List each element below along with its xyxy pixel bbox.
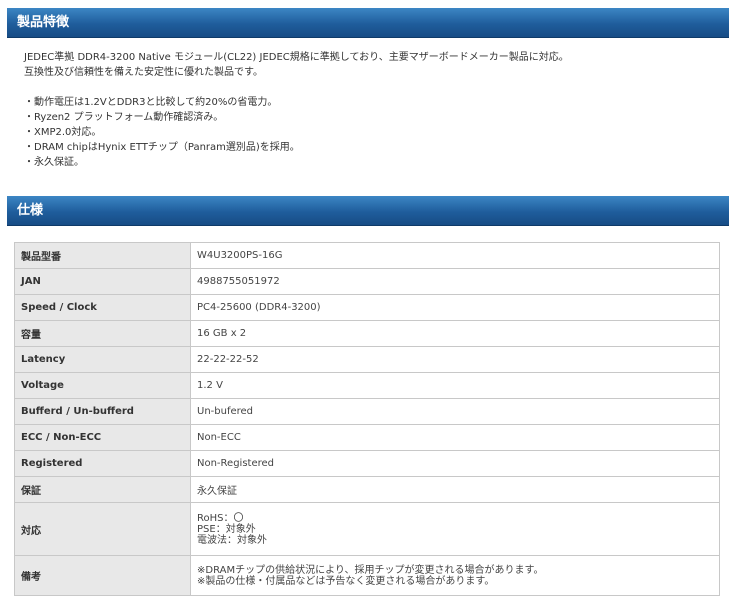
spec-key: 保証 <box>14 476 191 503</box>
remark-line-2: ※製品の仕様・付属品などは予告なく変更される場合があります。 <box>197 575 495 587</box>
spec-key: Speed / Clock <box>14 294 191 321</box>
spec-table: 製品型番 W4U3200PS-16G JAN 4988755051972 Spe… <box>14 242 720 596</box>
spec-value: Non-Registered <box>190 450 720 477</box>
spec-key: 備考 <box>14 555 191 596</box>
spec-key: Latency <box>14 346 191 373</box>
table-row: 保証 永久保証 <box>14 476 720 503</box>
table-row: 容量 16 GB x 2 <box>14 320 720 347</box>
spec-value: 22-22-22-52 <box>190 346 720 373</box>
compliance-radio-law: 電波法：対象外 <box>197 534 267 546</box>
spec-key: Voltage <box>14 372 191 399</box>
spec-key: JAN <box>14 268 191 295</box>
spec-value: 1.2 V <box>190 372 720 399</box>
spec-key: 容量 <box>14 320 191 347</box>
spec-value: W4U3200PS-16G <box>190 242 720 269</box>
feature-bullet-xmp: ・XMP2.0対応。 <box>24 127 102 138</box>
table-row: 対応 RoHS：〇 PSE：対象外 電波法：対象外 <box>14 502 720 556</box>
spec-value: PC4-25600 (DDR4-3200) <box>190 294 720 321</box>
feature-bullet-power: ・動作電圧は1.2VとDDR3と比較して約20%の省電力。 <box>24 97 278 108</box>
table-row: Voltage 1.2 V <box>14 372 720 399</box>
spec-value-multiline: ※DRAMチップの供給状況により、採用チップが変更される場合があります。 ※製品… <box>190 555 720 596</box>
spec-value-multiline: RoHS：〇 PSE：対象外 電波法：対象外 <box>190 502 720 556</box>
compliance-pse: PSE：対象外 <box>197 523 256 535</box>
table-row: Speed / Clock PC4-25600 (DDR4-3200) <box>14 294 720 321</box>
features-section-header: 製品特徴 <box>7 8 729 38</box>
feature-bullet-dram-chip: ・DRAM chipはHynix ETTチップ（Panram選別品)を採用。 <box>24 142 300 153</box>
spec-key: Registered <box>14 450 191 477</box>
features-bullet-list: ・動作電圧は1.2VとDDR3と比較して約20%の省電力。 ・Ryzen2 プラ… <box>24 95 724 170</box>
features-intro-line-1: JEDEC準拠 DDR4-3200 Native モジュール(CL22) JED… <box>24 52 569 63</box>
feature-bullet-warranty: ・永久保証。 <box>24 157 84 168</box>
compliance-rohs: RoHS：〇 <box>197 512 244 524</box>
table-row: JAN 4988755051972 <box>14 268 720 295</box>
spec-key: 対応 <box>14 502 191 556</box>
spec-key: Bufferd / Un-bufferd <box>14 398 191 425</box>
table-row: 備考 ※DRAMチップの供給状況により、採用チップが変更される場合があります。 … <box>14 555 720 596</box>
spec-value: Un-bufered <box>190 398 720 425</box>
spec-value: Non-ECC <box>190 424 720 451</box>
spec-key: 製品型番 <box>14 242 191 269</box>
table-row: Latency 22-22-22-52 <box>14 346 720 373</box>
specs-section-title: 仕様 <box>17 203 44 218</box>
table-row: Bufferd / Un-bufferd Un-bufered <box>14 398 720 425</box>
specs-section-header: 仕様 <box>7 196 729 226</box>
table-row: ECC / Non-ECC Non-ECC <box>14 424 720 451</box>
remark-line-1: ※DRAMチップの供給状況により、採用チップが変更される場合があります。 <box>197 564 544 576</box>
feature-bullet-ryzen: ・Ryzen2 プラットフォーム動作確認済み。 <box>24 112 224 123</box>
features-intro-line-2: 互換性及び信頼性を備えた安定性に優れた製品です。 <box>24 67 263 78</box>
features-body: JEDEC準拠 DDR4-3200 Native モジュール(CL22) JED… <box>24 50 724 170</box>
features-section-title: 製品特徴 <box>17 15 70 30</box>
spec-value: 永久保証 <box>190 476 720 503</box>
table-row: 製品型番 W4U3200PS-16G <box>14 242 720 269</box>
spec-value: 16 GB x 2 <box>190 320 720 347</box>
spec-value: 4988755051972 <box>190 268 720 295</box>
spec-key: ECC / Non-ECC <box>14 424 191 451</box>
table-row: Registered Non-Registered <box>14 450 720 477</box>
